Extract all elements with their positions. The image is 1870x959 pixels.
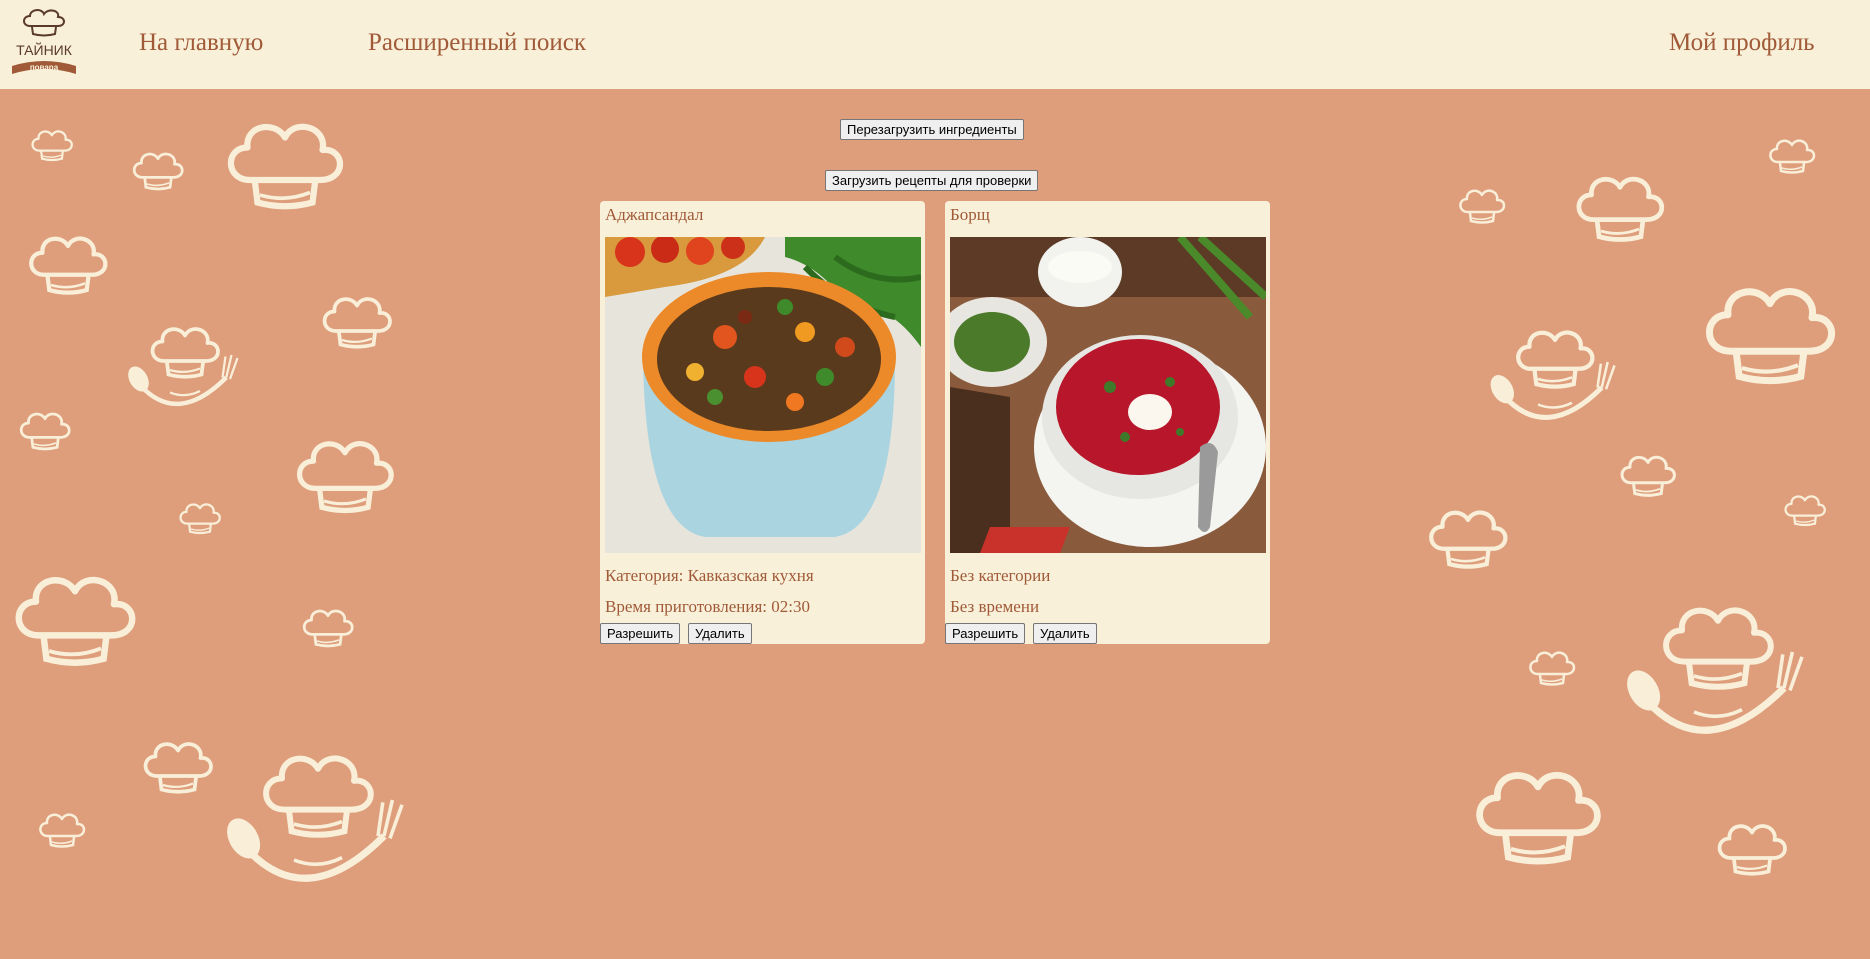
recipe-card: Борщ Без категории Без времени Разрешить…	[945, 201, 1270, 644]
recipe-image-borscht	[950, 237, 1266, 553]
recipe-cooking-time: Время приготовления: 02:30	[605, 597, 810, 616]
nav-advanced-search-link[interactable]: Расширенный поиск	[368, 27, 586, 59]
nav-home-link[interactable]: На главную	[139, 27, 263, 59]
svg-text:ТАЙНИК: ТАЙНИК	[16, 41, 73, 58]
recipe-title: Аджапсандал	[605, 205, 704, 224]
nav-my-profile-link[interactable]: Мой профиль	[1669, 27, 1815, 59]
reload-ingredients-button[interactable]: Перезагрузить ингредиенты	[840, 119, 1024, 140]
recipe-category: Без категории	[950, 566, 1051, 585]
load-recipes-for-review-button[interactable]: Загрузить рецепты для проверки	[825, 170, 1039, 191]
approve-recipe-button[interactable]: Разрешить	[945, 623, 1026, 644]
recipe-image-vegetable-stew	[605, 237, 921, 553]
approve-recipe-button[interactable]: Разрешить	[600, 623, 681, 644]
recipe-cooking-time: Без времени	[950, 597, 1040, 616]
recipe-title: Борщ	[950, 205, 990, 224]
svg-text:повара: повара	[30, 63, 59, 72]
top-navigation-bar: ТАЙНИК повара На главную Расширенный пои…	[0, 0, 1870, 89]
tainik-povara-logo[interactable]: ТАЙНИК повара	[8, 6, 80, 78]
delete-recipe-button[interactable]: Удалить	[688, 623, 752, 644]
chef-hat-pattern-background	[0, 0, 1870, 959]
delete-recipe-button[interactable]: Удалить	[1033, 623, 1097, 644]
recipe-category: Категория: Кавказская кухня	[605, 566, 814, 585]
recipe-card: Аджапсандал Категория: Кавказская кухня …	[600, 201, 925, 644]
